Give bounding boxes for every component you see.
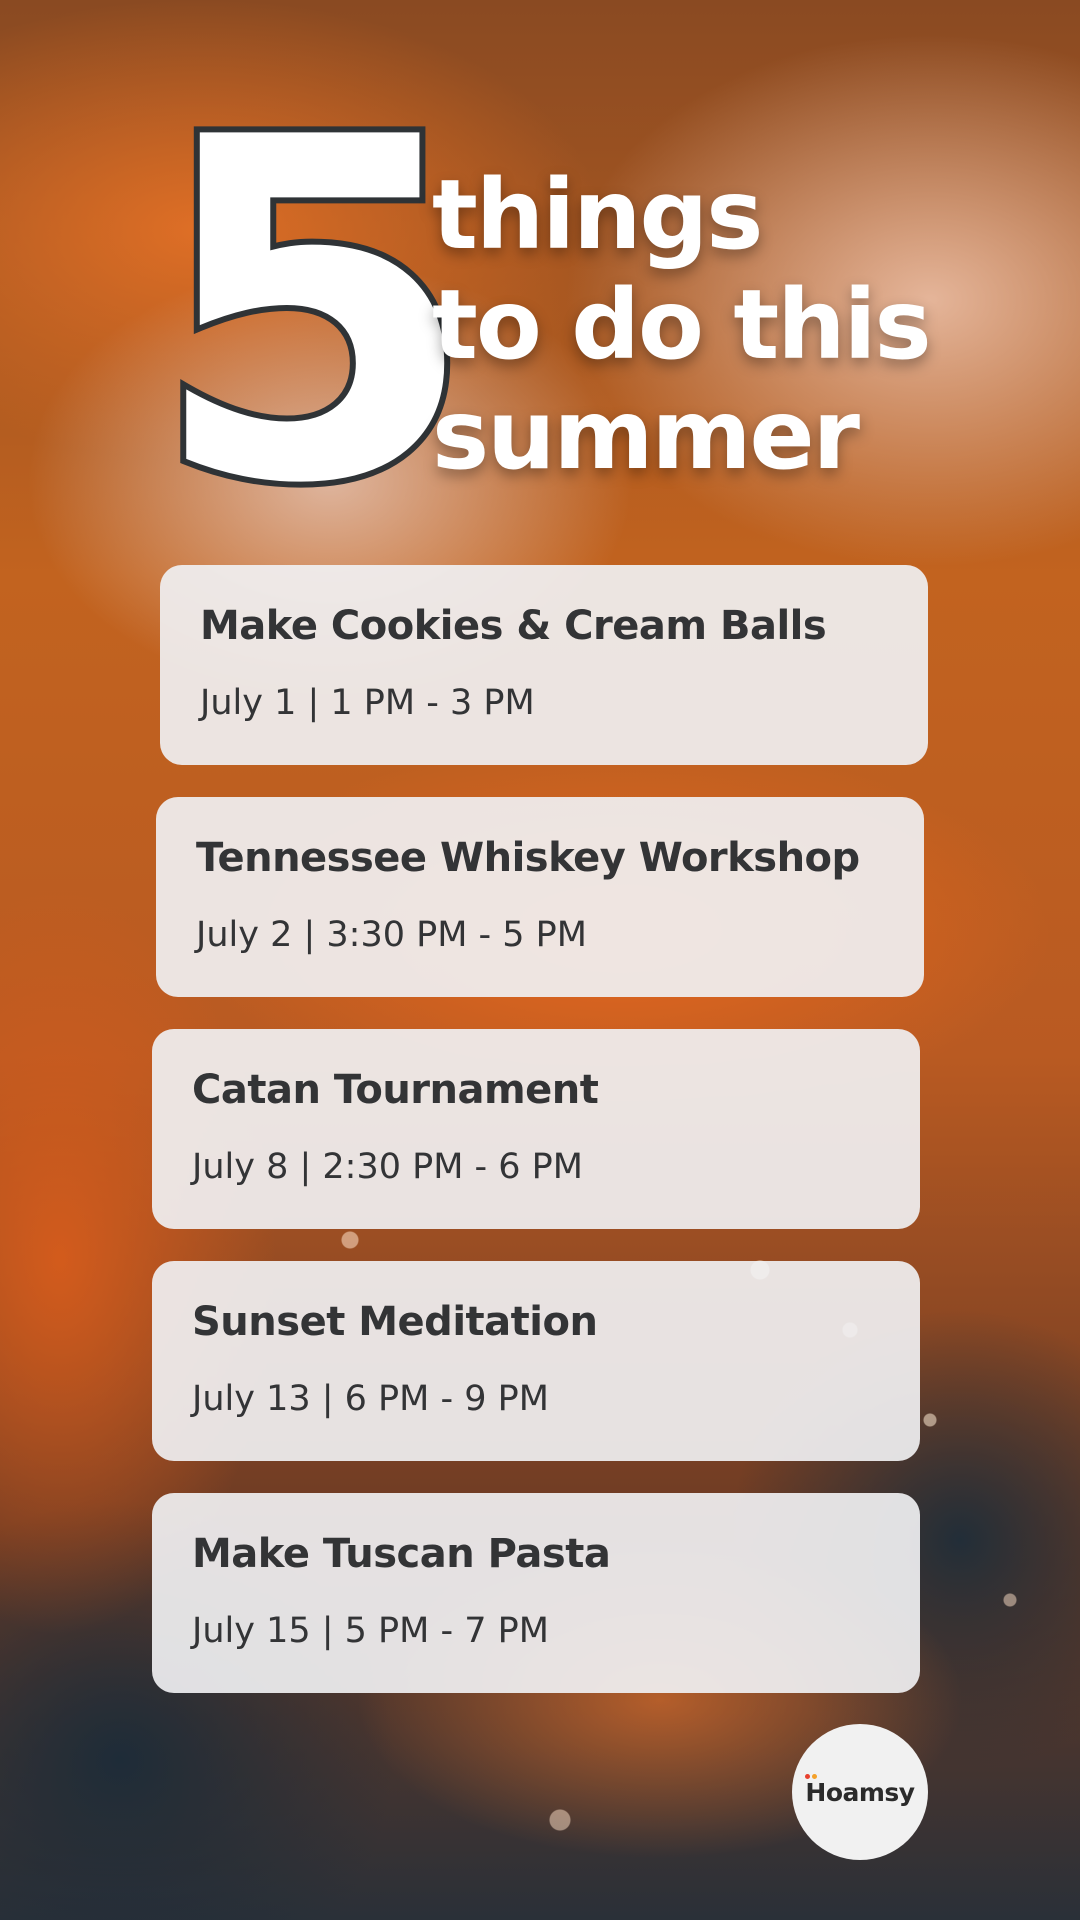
event-card-2[interactable]: Tennessee Whiskey Workshop July 2 | 3:30… xyxy=(156,797,924,997)
event-card-5[interactable]: Make Tuscan Pasta July 15 | 5 PM - 7 PM xyxy=(152,1493,920,1693)
logo-wordmark: Hoamsy xyxy=(805,1773,915,1807)
event-title: Tennessee Whiskey Workshop xyxy=(196,835,860,881)
event-title: Sunset Meditation xyxy=(192,1299,598,1345)
logo-dot-icon xyxy=(805,1773,811,1779)
brand-logo[interactable]: Hoamsy xyxy=(792,1724,928,1860)
event-card-3[interactable]: Catan Tournament July 8 | 2:30 PM - 6 PM xyxy=(152,1029,920,1229)
headline-line-3: summer xyxy=(432,379,860,491)
event-title: Make Cookies & Cream Balls xyxy=(200,603,827,649)
event-title: Make Tuscan Pasta xyxy=(192,1531,611,1577)
event-datetime: July 15 | 5 PM - 7 PM xyxy=(192,1611,549,1651)
headline-line-1: things xyxy=(432,159,763,271)
headline: things to do this summer xyxy=(432,159,932,491)
event-title: Catan Tournament xyxy=(192,1067,599,1113)
hero-heading: 5 things to do this summer xyxy=(0,0,1080,554)
big-number: 5 xyxy=(144,39,483,586)
event-datetime: July 13 | 6 PM - 9 PM xyxy=(192,1379,549,1419)
logo-dot-icon xyxy=(812,1773,818,1779)
event-card-4[interactable]: Sunset Meditation July 13 | 6 PM - 9 PM xyxy=(152,1261,920,1461)
event-card-1[interactable]: Make Cookies & Cream Balls July 1 | 1 PM… xyxy=(160,565,928,765)
event-datetime: July 8 | 2:30 PM - 6 PM xyxy=(192,1147,583,1187)
headline-line-2: to do this xyxy=(432,269,932,381)
logo-text: Hoamsy xyxy=(805,1777,915,1807)
event-datetime: July 2 | 3:30 PM - 5 PM xyxy=(196,915,587,955)
event-datetime: July 1 | 1 PM - 3 PM xyxy=(200,683,535,723)
